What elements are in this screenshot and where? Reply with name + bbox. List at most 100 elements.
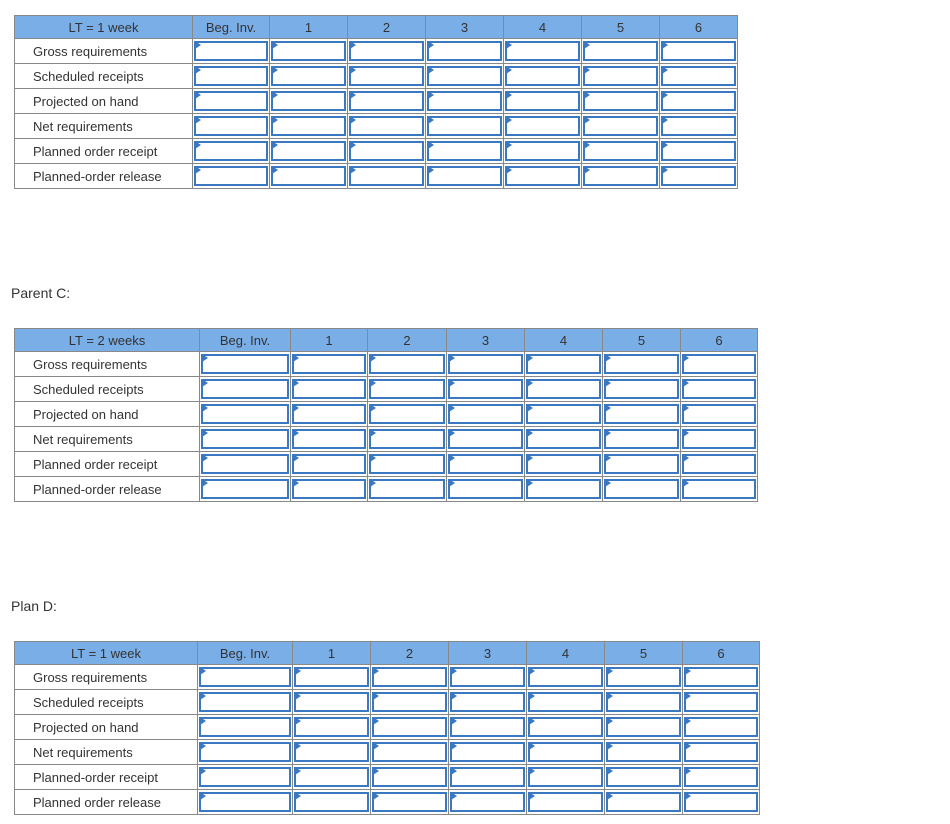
period-input[interactable] — [661, 141, 736, 161]
period-input[interactable] — [450, 717, 525, 737]
period-input[interactable] — [684, 767, 758, 787]
beginning-inventory-input[interactable] — [201, 379, 289, 399]
period-input[interactable] — [372, 692, 447, 712]
beginning-inventory-input[interactable] — [201, 354, 289, 374]
beginning-inventory-input[interactable] — [194, 41, 268, 61]
period-input[interactable] — [682, 429, 756, 449]
beginning-inventory-input[interactable] — [194, 66, 268, 86]
period-input[interactable] — [583, 66, 658, 86]
period-input[interactable] — [294, 767, 369, 787]
period-input[interactable] — [271, 91, 346, 111]
period-input[interactable] — [526, 404, 601, 424]
beginning-inventory-input[interactable] — [201, 429, 289, 449]
period-input[interactable] — [583, 116, 658, 136]
period-input[interactable] — [604, 354, 679, 374]
beginning-inventory-input[interactable] — [199, 792, 291, 812]
period-input[interactable] — [369, 404, 445, 424]
period-input[interactable] — [604, 429, 679, 449]
period-input[interactable] — [294, 792, 369, 812]
period-input[interactable] — [294, 667, 369, 687]
period-input[interactable] — [450, 742, 525, 762]
period-input[interactable] — [349, 91, 424, 111]
period-input[interactable] — [448, 429, 523, 449]
beginning-inventory-input[interactable] — [201, 454, 289, 474]
beginning-inventory-input[interactable] — [201, 404, 289, 424]
period-input[interactable] — [450, 792, 525, 812]
period-input[interactable] — [448, 479, 523, 499]
period-input[interactable] — [682, 354, 756, 374]
period-input[interactable] — [583, 91, 658, 111]
period-input[interactable] — [684, 792, 758, 812]
period-input[interactable] — [526, 479, 601, 499]
beginning-inventory-input[interactable] — [199, 742, 291, 762]
period-input[interactable] — [292, 479, 366, 499]
period-input[interactable] — [526, 454, 601, 474]
period-input[interactable] — [682, 379, 756, 399]
period-input[interactable] — [349, 141, 424, 161]
period-input[interactable] — [505, 166, 580, 186]
period-input[interactable] — [661, 41, 736, 61]
period-input[interactable] — [448, 404, 523, 424]
period-input[interactable] — [661, 166, 736, 186]
period-input[interactable] — [526, 429, 601, 449]
period-input[interactable] — [369, 429, 445, 449]
period-input[interactable] — [271, 166, 346, 186]
period-input[interactable] — [369, 354, 445, 374]
period-input[interactable] — [292, 429, 366, 449]
period-input[interactable] — [372, 742, 447, 762]
period-input[interactable] — [604, 479, 679, 499]
period-input[interactable] — [271, 41, 346, 61]
period-input[interactable] — [427, 91, 502, 111]
beginning-inventory-input[interactable] — [194, 141, 268, 161]
period-input[interactable] — [684, 692, 758, 712]
period-input[interactable] — [661, 66, 736, 86]
period-input[interactable] — [294, 717, 369, 737]
period-input[interactable] — [526, 354, 601, 374]
period-input[interactable] — [684, 742, 758, 762]
period-input[interactable] — [292, 454, 366, 474]
period-input[interactable] — [427, 66, 502, 86]
period-input[interactable] — [369, 454, 445, 474]
period-input[interactable] — [427, 41, 502, 61]
period-input[interactable] — [604, 404, 679, 424]
period-input[interactable] — [528, 742, 603, 762]
period-input[interactable] — [526, 379, 601, 399]
period-input[interactable] — [661, 91, 736, 111]
period-input[interactable] — [684, 667, 758, 687]
period-input[interactable] — [583, 41, 658, 61]
beginning-inventory-input[interactable] — [199, 767, 291, 787]
period-input[interactable] — [682, 454, 756, 474]
period-input[interactable] — [349, 166, 424, 186]
period-input[interactable] — [292, 354, 366, 374]
period-input[interactable] — [583, 141, 658, 161]
period-input[interactable] — [372, 767, 447, 787]
period-input[interactable] — [349, 41, 424, 61]
period-input[interactable] — [271, 66, 346, 86]
period-input[interactable] — [528, 767, 603, 787]
period-input[interactable] — [450, 767, 525, 787]
period-input[interactable] — [528, 667, 603, 687]
period-input[interactable] — [682, 479, 756, 499]
period-input[interactable] — [606, 742, 681, 762]
period-input[interactable] — [505, 91, 580, 111]
period-input[interactable] — [372, 717, 447, 737]
period-input[interactable] — [606, 717, 681, 737]
beginning-inventory-input[interactable] — [199, 692, 291, 712]
period-input[interactable] — [292, 404, 366, 424]
beginning-inventory-input[interactable] — [194, 116, 268, 136]
beginning-inventory-input[interactable] — [194, 166, 268, 186]
period-input[interactable] — [427, 141, 502, 161]
period-input[interactable] — [349, 66, 424, 86]
period-input[interactable] — [606, 692, 681, 712]
period-input[interactable] — [271, 116, 346, 136]
period-input[interactable] — [505, 41, 580, 61]
period-input[interactable] — [271, 141, 346, 161]
beginning-inventory-input[interactable] — [194, 91, 268, 111]
period-input[interactable] — [450, 692, 525, 712]
period-input[interactable] — [505, 66, 580, 86]
period-input[interactable] — [606, 667, 681, 687]
period-input[interactable] — [684, 717, 758, 737]
period-input[interactable] — [448, 354, 523, 374]
period-input[interactable] — [427, 116, 502, 136]
period-input[interactable] — [372, 792, 447, 812]
